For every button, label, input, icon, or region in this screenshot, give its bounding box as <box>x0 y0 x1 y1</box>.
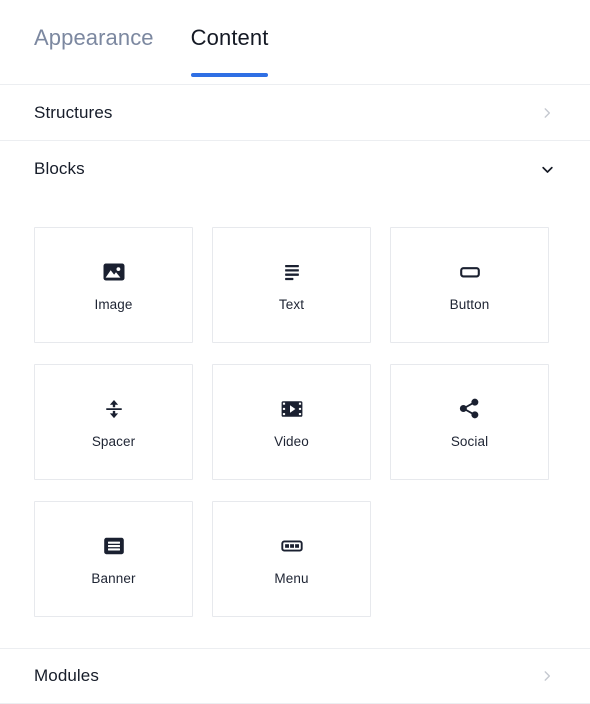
chevron-right-icon <box>540 669 554 683</box>
blocks-grid-container: Image Text Button Spacer Video Social Ba… <box>0 197 590 633</box>
spacer-arrows-icon <box>101 396 127 422</box>
button-icon <box>457 259 483 285</box>
chevron-right-icon <box>540 106 554 120</box>
video-filmstrip-icon <box>279 396 305 422</box>
block-label-spacer: Spacer <box>91 433 136 449</box>
block-card-text[interactable]: Text <box>212 227 371 343</box>
text-lines-icon <box>279 259 305 285</box>
block-card-banner[interactable]: Banner <box>34 501 193 617</box>
block-label-social: Social <box>450 433 489 449</box>
block-card-social[interactable]: Social <box>390 364 549 480</box>
share-nodes-icon <box>457 396 483 422</box>
section-title-blocks: Blocks <box>34 159 85 178</box>
block-label-menu: Menu <box>274 570 309 586</box>
tab-content-label: Content <box>190 24 269 50</box>
block-card-button[interactable]: Button <box>390 227 549 343</box>
section-title-modules: Modules <box>34 666 99 685</box>
block-card-spacer[interactable]: Spacer <box>34 364 193 480</box>
block-label-text: Text <box>278 296 305 312</box>
block-label-image: Image <box>94 296 133 312</box>
section-row-structures[interactable]: Structures <box>0 85 590 141</box>
image-icon <box>101 259 127 285</box>
tab-bar: Appearance Content <box>0 0 590 85</box>
blocks-grid: Image Text Button Spacer Video Social Ba… <box>0 227 590 617</box>
block-label-button: Button <box>449 296 490 312</box>
tab-appearance-label: Appearance <box>34 24 154 50</box>
block-label-video: Video <box>274 433 309 449</box>
active-tab-indicator <box>190 73 269 77</box>
block-card-image[interactable]: Image <box>34 227 193 343</box>
block-label-banner: Banner <box>91 570 136 586</box>
chevron-down-icon <box>540 162 554 176</box>
menu-blocks-icon <box>279 533 305 559</box>
content-blocks-panel: Appearance Content Structures Blocks Ima… <box>0 0 590 704</box>
section-row-blocks[interactable]: Blocks <box>0 141 590 197</box>
section-row-modules[interactable]: Modules <box>0 648 590 704</box>
section-title-structures: Structures <box>34 102 113 122</box>
block-card-menu[interactable]: Menu <box>212 501 371 617</box>
banner-icon <box>101 533 127 559</box>
block-card-video[interactable]: Video <box>212 364 371 480</box>
tab-content[interactable]: Content <box>190 0 269 85</box>
tab-appearance[interactable]: Appearance <box>34 0 154 85</box>
grid-bottom-spacer <box>0 633 590 649</box>
